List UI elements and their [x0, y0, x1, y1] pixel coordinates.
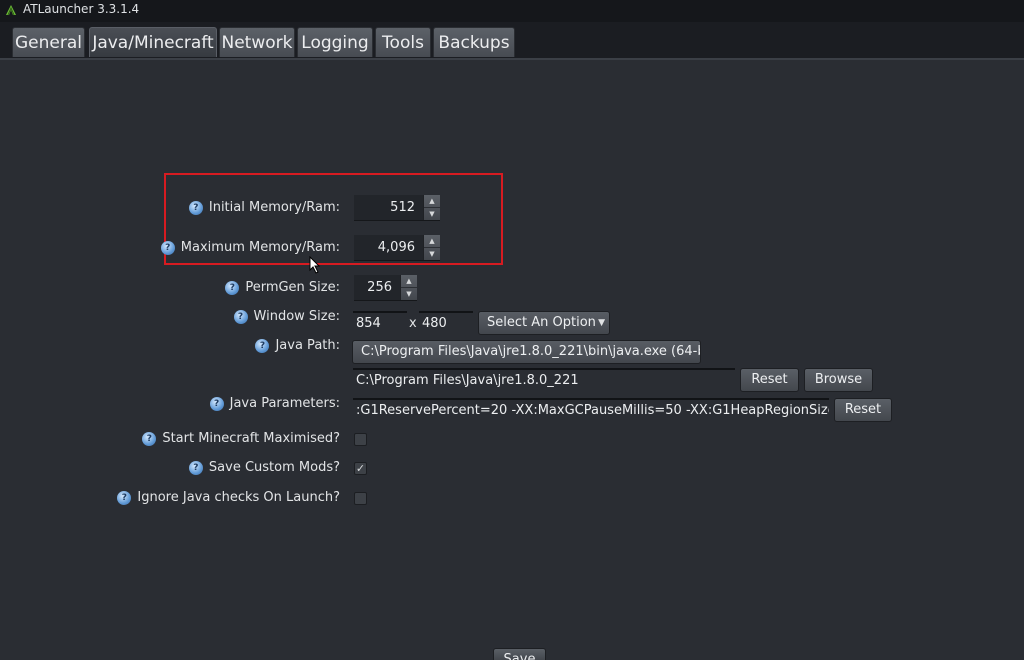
help-icon[interactable]: ?	[188, 461, 203, 475]
permgen-value[interactable]: 256	[354, 275, 400, 300]
spinner-up-icon[interactable]: ▲	[424, 235, 440, 247]
save-custom-mods-label-row: ? Save Custom Mods?	[188, 458, 340, 478]
permgen-spinner[interactable]: 256 ▲ ▼	[354, 275, 417, 301]
spinner-arrows[interactable]: ▲ ▼	[423, 235, 440, 260]
initial-memory-spinner[interactable]: 512 ▲ ▼	[354, 195, 440, 221]
tab-backups[interactable]: Backups	[433, 27, 515, 57]
help-icon[interactable]: ?	[225, 281, 240, 295]
java-path-select[interactable]: C:\Program Files\Java\jre1.8.0_221\bin\j…	[352, 340, 701, 364]
save-button[interactable]: Save	[493, 648, 546, 660]
help-icon[interactable]: ?	[188, 201, 203, 215]
help-icon[interactable]: ?	[117, 491, 132, 505]
help-icon[interactable]: ?	[142, 432, 157, 446]
start-maximised-label: Start Minecraft Maximised?	[162, 431, 340, 446]
java-path-label: Java Path:	[275, 338, 340, 353]
spinner-up-icon[interactable]: ▲	[424, 195, 440, 207]
title-bar: ATLauncher 3.3.1.4	[0, 0, 1024, 22]
initial-memory-value[interactable]: 512	[354, 195, 423, 220]
java-path-reset-button[interactable]: Reset	[740, 368, 799, 392]
help-icon[interactable]: ?	[209, 397, 224, 411]
save-custom-mods-label: Save Custom Mods?	[208, 460, 340, 475]
spinner-down-icon[interactable]: ▼	[401, 287, 417, 300]
java-parameters-input[interactable]: :G1ReservePercent=20 -XX:MaxGCPauseMilli…	[353, 398, 829, 422]
java-path-browse-button[interactable]: Browse	[804, 368, 873, 392]
permgen-label-row: ? PermGen Size:	[225, 278, 340, 298]
ignore-java-checks-label: Ignore Java checks On Launch?	[137, 490, 340, 505]
permgen-label: PermGen Size:	[245, 280, 340, 295]
chevron-down-icon[interactable]: ▼	[598, 312, 605, 334]
spinner-down-icon[interactable]: ▼	[424, 207, 440, 220]
window-size-preset-value: Select An Option	[487, 315, 596, 330]
start-maximised-checkbox[interactable]	[354, 433, 367, 446]
start-maximised-label-row: ? Start Minecraft Maximised?	[142, 429, 340, 449]
spinner-arrows[interactable]: ▲ ▼	[400, 275, 417, 300]
mouse-cursor-icon	[309, 256, 321, 274]
help-icon[interactable]: ?	[160, 241, 175, 255]
ignore-java-checks-label-row: ? Ignore Java checks On Launch?	[117, 488, 340, 508]
spinner-arrows[interactable]: ▲ ▼	[423, 195, 440, 220]
maximum-memory-label: Maximum Memory/Ram:	[180, 240, 340, 255]
checkmark-icon: ✓	[355, 462, 366, 475]
initial-memory-label-row: ? Initial Memory/Ram:	[188, 198, 340, 218]
tab-network[interactable]: Network	[219, 27, 295, 57]
java-parameters-label-row: ? Java Parameters:	[209, 394, 340, 414]
window-size-separator: x	[409, 316, 417, 331]
tab-java-minecraft[interactable]: Java/Minecraft	[89, 27, 217, 57]
tab-tools[interactable]: Tools	[375, 27, 431, 57]
maximum-memory-spinner[interactable]: 4,096 ▲ ▼	[354, 235, 440, 261]
maximum-memory-label-row: ? Maximum Memory/Ram:	[160, 238, 340, 258]
window-height-input[interactable]: 480	[419, 311, 473, 335]
tab-logging[interactable]: Logging	[297, 27, 373, 57]
java-path-input[interactable]: C:\Program Files\Java\jre1.8.0_221	[353, 368, 735, 392]
help-icon[interactable]: ?	[233, 310, 248, 324]
java-parameters-label: Java Parameters:	[229, 396, 340, 411]
initial-memory-label: Initial Memory/Ram:	[208, 200, 340, 215]
spinner-down-icon[interactable]: ▼	[424, 247, 440, 260]
maximum-memory-value[interactable]: 4,096	[354, 235, 423, 260]
spinner-up-icon[interactable]: ▲	[401, 275, 417, 287]
ignore-java-checks-checkbox[interactable]	[354, 492, 367, 505]
java-parameters-reset-button[interactable]: Reset	[834, 398, 892, 422]
help-icon[interactable]: ?	[255, 339, 270, 353]
window-size-preset-select[interactable]: Select An Option ▼	[478, 311, 610, 335]
tab-general[interactable]: General	[12, 27, 85, 57]
window-size-label: Window Size:	[253, 309, 340, 324]
tab-strip: General Java/Minecraft Network Logging T…	[0, 22, 1024, 60]
java-path-selected-value: C:\Program Files\Java\jre1.8.0_221\bin\j…	[361, 344, 701, 359]
window-title: ATLauncher 3.3.1.4	[23, 2, 140, 16]
save-custom-mods-checkbox[interactable]: ✓	[354, 462, 367, 475]
java-path-label-row: ? Java Path:	[255, 336, 340, 356]
atlauncher-logo-icon	[6, 5, 16, 16]
window-size-label-row: ? Window Size:	[233, 307, 340, 327]
window-width-input[interactable]: 854	[353, 311, 407, 335]
